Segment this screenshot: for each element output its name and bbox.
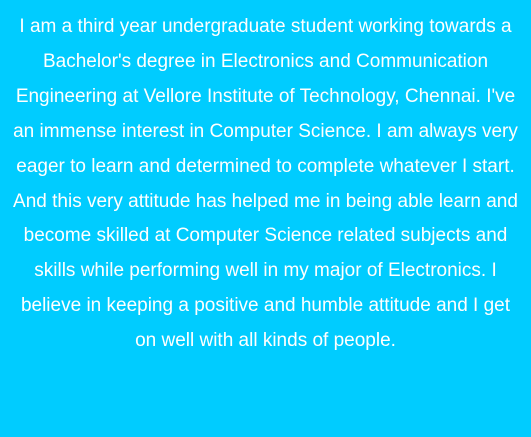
about-paragraph: I am a third year undergraduate student … xyxy=(13,16,518,352)
about-section: I am a third year undergraduate student … xyxy=(0,0,531,437)
